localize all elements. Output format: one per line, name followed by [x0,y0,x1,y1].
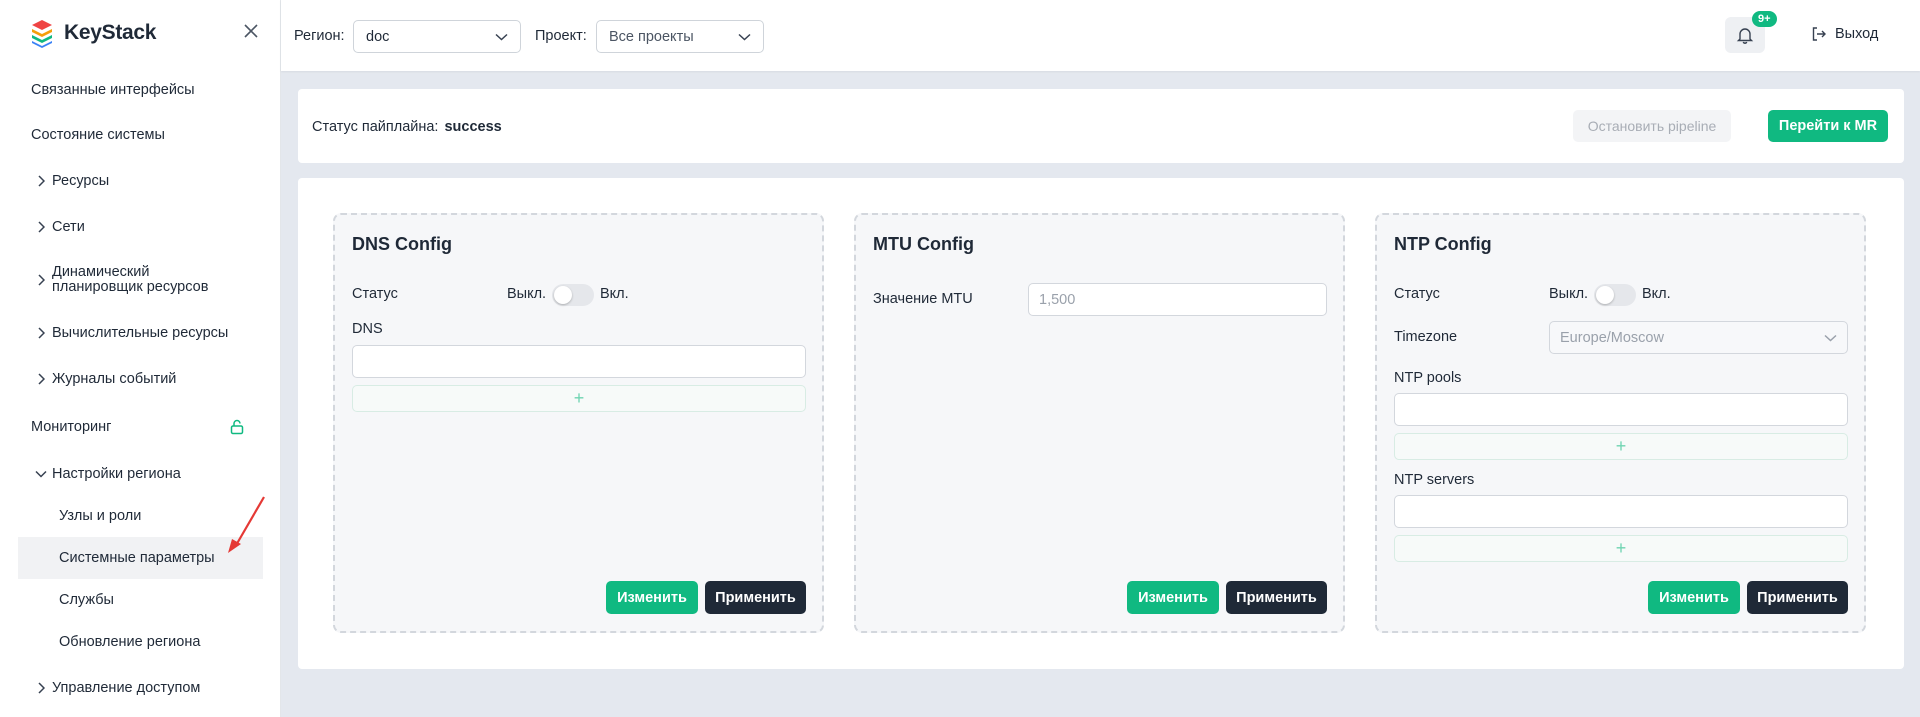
sidebar-item-label: Службы [59,592,114,608]
project-select-value: Все проекты [609,28,694,45]
dns-edit-button[interactable]: Изменить [606,581,698,614]
pipeline-status-label: Статус пайплайна: [312,119,439,135]
logout-icon [1811,26,1827,42]
sidebar-item-label: Связанные интерфейсы [31,82,195,98]
top-bar: Регион: doc Проект: Все проекты [281,0,1920,71]
sidebar-item-label: Обновление региона [59,634,201,650]
mtu-apply-button[interactable]: Применить [1226,581,1327,614]
app-logo[interactable]: KeyStack [30,18,156,48]
ntp-status-toggle[interactable] [1594,284,1636,306]
project-select[interactable]: Все проекты [596,20,764,53]
sidebar-item-region-update[interactable]: Обновление региона [0,632,281,652]
sidebar-item-networks[interactable]: Сети [0,217,281,237]
pipeline-bar: Статус пайплайна: success Остановить pipe… [298,89,1904,163]
chevron-down-icon [1824,334,1837,342]
sidebar-item-access-control[interactable]: Управление доступом [0,678,281,698]
timezone-label: Timezone [1394,329,1458,345]
region-label: Регион: [294,28,345,44]
system-parameters-panel: DNS Config Статус Выкл. Вкл. DNS + Измен… [298,178,1904,669]
chevron-right-icon [30,680,52,696]
annotation-arrow-icon [228,496,265,553]
pipeline-status: Статус пайплайна: success [312,119,502,135]
project-label: Проект: [535,28,587,44]
sidebar-item-region-settings[interactable]: Настройки региона [0,464,281,484]
chevron-down-icon [495,33,508,41]
ntp-pools-input[interactable] [1394,393,1848,426]
mtu-edit-button[interactable]: Изменить [1127,581,1219,614]
sidebar-item-label: Узлы и роли [59,508,142,524]
sidebar-item-event-logs[interactable]: Журналы событий [0,369,281,389]
chevron-right-icon [30,325,52,341]
mtu-config-title: MTU Config [873,234,974,254]
ntp-on-label: Вкл. [1642,286,1671,302]
timezone-select[interactable]: Europe/Moscow [1549,321,1848,354]
ntp-pools-add-button[interactable]: + [1394,433,1848,460]
region-select[interactable]: doc [353,20,521,53]
sidebar-item-services[interactable]: Службы [0,590,281,610]
timezone-select-value: Europe/Moscow [1560,329,1664,346]
chevron-down-icon [30,466,52,482]
ntp-off-label: Выкл. [1549,286,1589,302]
sidebar: KeyStack Связанные интерфейсы Состояние … [0,0,281,717]
sidebar-item-label: Управление доступом [52,680,201,696]
dns-input[interactable] [352,345,806,378]
chevron-right-icon [30,272,52,288]
ntp-servers-input[interactable] [1394,495,1848,528]
dns-on-label: Вкл. [600,286,629,302]
logout-button[interactable]: Выход [1811,26,1878,42]
mtu-value-label: Значение MTU [873,291,973,307]
dns-status-toggle[interactable] [552,284,594,306]
sidebar-item-label: Мониторинг [31,419,112,435]
ntp-servers-add-button[interactable]: + [1394,535,1848,562]
chevron-down-icon [738,33,751,41]
ntp-status-label: Статус [1394,286,1440,302]
mtu-config-card: MTU Config Значение MTU 1,500 Изменить П… [854,213,1345,633]
dns-field-label: DNS [352,321,383,337]
dns-config-title: DNS Config [352,234,452,254]
bell-icon [1736,26,1754,44]
stop-pipeline-button[interactable]: Остановить pipeline [1573,110,1731,142]
sidebar-item-compute[interactable]: Вычислительные ресурсы [0,323,281,343]
sidebar-item-label: Состояние системы [31,127,165,143]
chevron-right-icon [30,173,52,189]
ntp-servers-label: NTP servers [1394,472,1475,488]
dns-config-card: DNS Config Статус Выкл. Вкл. DNS + Измен… [333,213,824,633]
app-name: KeyStack [64,21,157,44]
keystack-logo-icon [32,20,52,48]
region-select-value: doc [366,28,390,45]
dns-status-label: Статус [352,286,398,302]
goto-mr-button[interactable]: Перейти к MR [1768,110,1888,142]
sidebar-item-label: Вычислительные ресурсы [52,325,229,341]
sidebar-item-label: Сети [52,219,85,235]
close-sidebar-icon[interactable] [244,24,262,42]
sidebar-item-label: Системные параметры [59,550,215,566]
ntp-pools-label: NTP pools [1394,370,1462,386]
notifications-badge: 9+ [1752,11,1777,27]
chevron-right-icon [30,371,52,387]
sidebar-item-resources[interactable]: Ресурсы [0,171,281,191]
sidebar-item-label: Ресурсы [52,173,110,189]
ntp-config-title: NTP Config [1394,234,1492,254]
dns-off-label: Выкл. [507,286,547,302]
sidebar-item-label: Журналы событий [52,371,177,387]
sidebar-item-label: Настройки региона [52,466,181,482]
sidebar-item-monitoring[interactable]: Мониторинг [0,417,281,437]
dns-apply-button[interactable]: Применить [705,581,806,614]
mtu-input[interactable]: 1,500 [1028,283,1327,316]
sidebar-item-label: Динамический планировщик ресурсов [52,264,209,295]
ntp-edit-button[interactable]: Изменить [1648,581,1740,614]
sidebar-item-dynamic-scheduler[interactable]: Динамический планировщик ресурсов [0,263,281,297]
sidebar-item-linked-interfaces[interactable]: Связанные интерфейсы [0,80,281,100]
sidebar-item-system-state[interactable]: Состояние системы [0,125,281,145]
ntp-apply-button[interactable]: Применить [1747,581,1848,614]
pipeline-status-value: success [444,119,502,135]
chevron-right-icon [30,219,52,235]
dns-add-button[interactable]: + [352,385,806,412]
logout-label: Выход [1835,26,1879,42]
lock-open-icon [229,419,245,435]
ntp-config-card: NTP Config Статус Выкл. Вкл. Timezone Eu… [1375,213,1866,633]
